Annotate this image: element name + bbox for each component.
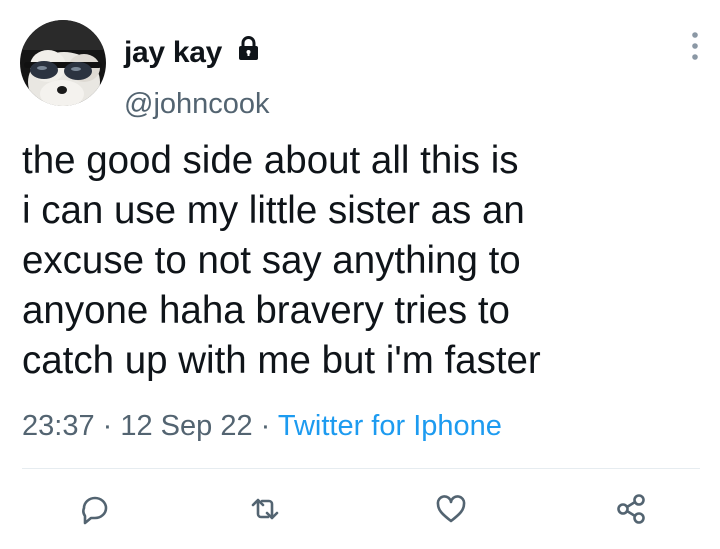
avatar-image (20, 20, 106, 106)
tweet-text-line: anyone haha bravery tries to (22, 289, 510, 332)
display-name[interactable]: jay kay (124, 36, 222, 70)
reply-icon (82, 496, 108, 525)
retweet-button[interactable] (248, 492, 282, 526)
tweet-text-line: catch up with me but i'm faster (22, 339, 541, 382)
share-button[interactable] (614, 492, 648, 526)
tweet-text: the good side about all this is i can us… (22, 136, 712, 386)
tweet-source[interactable]: Twitter for Iphone (278, 410, 502, 442)
tweet-time[interactable]: 23:37 (22, 410, 95, 442)
like-button[interactable] (434, 492, 468, 526)
avatar[interactable] (20, 20, 106, 106)
share-icon (617, 494, 645, 524)
user-handle[interactable]: @johncook (124, 88, 270, 121)
meta-separator: · (252, 410, 278, 442)
like-icon (436, 495, 466, 523)
lock-icon (239, 36, 258, 60)
reply-button[interactable] (78, 492, 112, 526)
divider (22, 468, 700, 469)
tweet-text-line: excuse to not say anything to (22, 239, 521, 282)
tweet-meta: 23:37 · 12 Sep 22 · Twitter for Iphone (22, 410, 502, 443)
meta-separator: · (94, 410, 121, 442)
tweet-text-line: the good side about all this is (22, 139, 519, 182)
tweet-text-line: i can use my little sister as an (22, 189, 525, 232)
tweet-date[interactable]: 12 Sep 22 (120, 410, 252, 442)
retweet-icon (251, 498, 279, 520)
more-vertical-icon[interactable] (690, 30, 700, 62)
